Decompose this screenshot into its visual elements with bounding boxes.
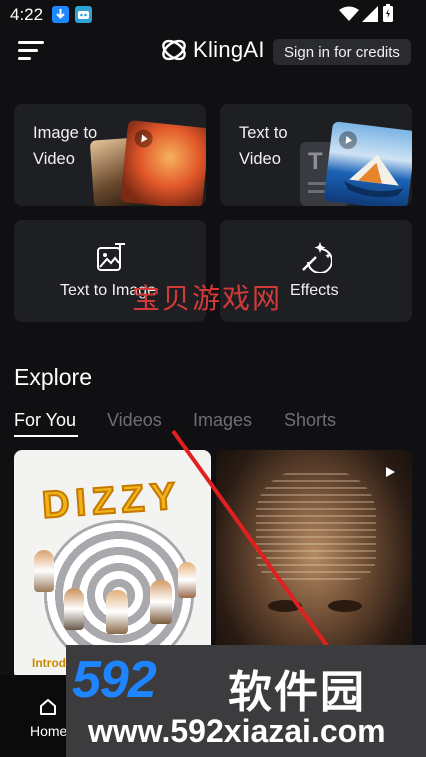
cat-figure [106,590,128,634]
card-label-line2: Video [33,150,75,168]
magic-wand-icon [302,242,332,273]
dizzy-art-text: DIZZY [40,474,184,528]
tab-for-you[interactable]: For You [14,410,76,431]
text-glyph-icon: T [308,148,323,175]
image-to-video-card[interactable]: Image to Video [14,104,206,206]
card-label-line2: Video [239,150,281,168]
klingai-logo-icon [162,39,186,61]
watermark-brand-cn: 软件园 [228,668,366,717]
sign-in-button[interactable]: Sign in for credits [273,39,411,65]
explore-heading: Explore [14,364,92,390]
status-bar: 4:22 [0,0,426,30]
wifi-icon [339,6,359,21]
home-nav-label[interactable]: Home [30,723,67,739]
video-play-icon [386,467,395,477]
signal-icon [362,6,378,22]
battery-icon [383,4,393,22]
watermark-url: www.592xiazai.com [88,713,386,749]
status-time: 4:22 [10,5,44,24]
card-label-line1: Image to [33,124,98,142]
play-icon [338,131,357,150]
feed-caption: Introd [32,656,66,670]
play-icon [134,129,153,148]
text-to-video-card[interactable]: Text to Video T [220,104,412,206]
tab-videos[interactable]: Videos [107,410,162,431]
app-notification-icon [75,6,92,23]
watermark-number: 592 [72,651,157,709]
card-label: Effects [290,282,339,299]
red-annotation-line [171,429,332,652]
home-icon[interactable] [38,697,58,717]
active-tab-indicator [14,435,78,437]
cat-figure [150,580,172,624]
brand-name: KlingAI [193,37,265,62]
download-icon [52,6,69,23]
card-label-line1: Text to [239,124,288,142]
cat-figure [64,588,84,630]
menu-icon[interactable] [18,39,44,61]
video-thumbnail-front [323,121,412,206]
text-to-image-icon [97,243,125,271]
chinese-watermark: 宝贝游戏网 [132,282,283,315]
cat-figure [34,550,54,592]
video-thumbnail-front [119,119,206,206]
boat-illustration [343,154,404,198]
